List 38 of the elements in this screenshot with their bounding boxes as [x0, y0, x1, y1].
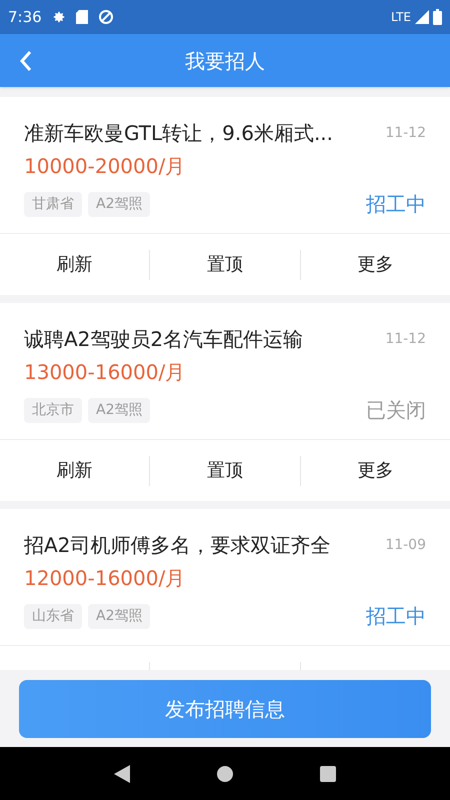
- salary: 10000-20000/月: [24, 154, 186, 178]
- job-title: 诚聘A2驾驶员2名汽车配件运输: [24, 326, 304, 353]
- action-button[interactable]: 置顶: [206, 457, 243, 484]
- battery-icon: [433, 9, 442, 25]
- sd-card-icon: [76, 10, 88, 24]
- clock: 7:36: [8, 6, 42, 28]
- settings-icon: [52, 10, 66, 24]
- recents-icon[interactable]: [320, 766, 336, 782]
- salary: 13000-16000/月: [24, 360, 186, 384]
- job-title: 准新车欧曼GTL转让，9.6米厢式...: [24, 120, 334, 147]
- tag: 北京市: [24, 398, 82, 422]
- page-title: 我要招人: [185, 48, 265, 74]
- job-date: 11-09: [385, 536, 426, 555]
- action-button[interactable]: 更多: [357, 457, 394, 484]
- tag: 山东省: [24, 604, 82, 628]
- action-button[interactable]: 刷新: [56, 251, 93, 278]
- action-button[interactable]: 置顶: [206, 251, 243, 278]
- home-icon[interactable]: [216, 766, 233, 782]
- network-label: LTE: [391, 9, 411, 26]
- job-card[interactable]: 准新车欧曼GTL转让，9.6米厢式... 11-12 10000-20000/月 甘肃省 A2驾照 招工中 刷新 置顶 更多: [0, 97, 450, 295]
- job-status: 招工中: [366, 603, 426, 630]
- back-icon[interactable]: [114, 764, 130, 782]
- job-status: 招工中: [366, 191, 426, 218]
- tag: A2驾照: [88, 192, 150, 216]
- tag: A2驾照: [88, 604, 150, 628]
- job-card[interactable]: 诚聘A2驾驶员2名汽车配件运输 11-12 13000-16000/月 北京市 A2驾照 已关闭 刷新 置顶 更多: [0, 303, 450, 501]
- salary: 12000-16000/月: [24, 566, 186, 590]
- job-date: 11-12: [385, 330, 426, 349]
- no-sync-icon: [98, 9, 114, 25]
- signal-icon: [415, 10, 429, 24]
- job-date: 11-12: [385, 124, 426, 143]
- action-button[interactable]: 刷新: [56, 457, 93, 484]
- job-status: 已关闭: [366, 397, 426, 424]
- tag: 甘肃省: [24, 192, 82, 216]
- tag: A2驾照: [88, 398, 150, 422]
- job-card[interactable]: 招A2司机师傅多名，要求双证齐全 11-09 12000-16000/月 山东省 A2驾照 招工中: [0, 509, 450, 670]
- job-title: 招A2司机师傅多名，要求双证齐全: [24, 532, 330, 559]
- action-button[interactable]: 更多: [357, 251, 394, 278]
